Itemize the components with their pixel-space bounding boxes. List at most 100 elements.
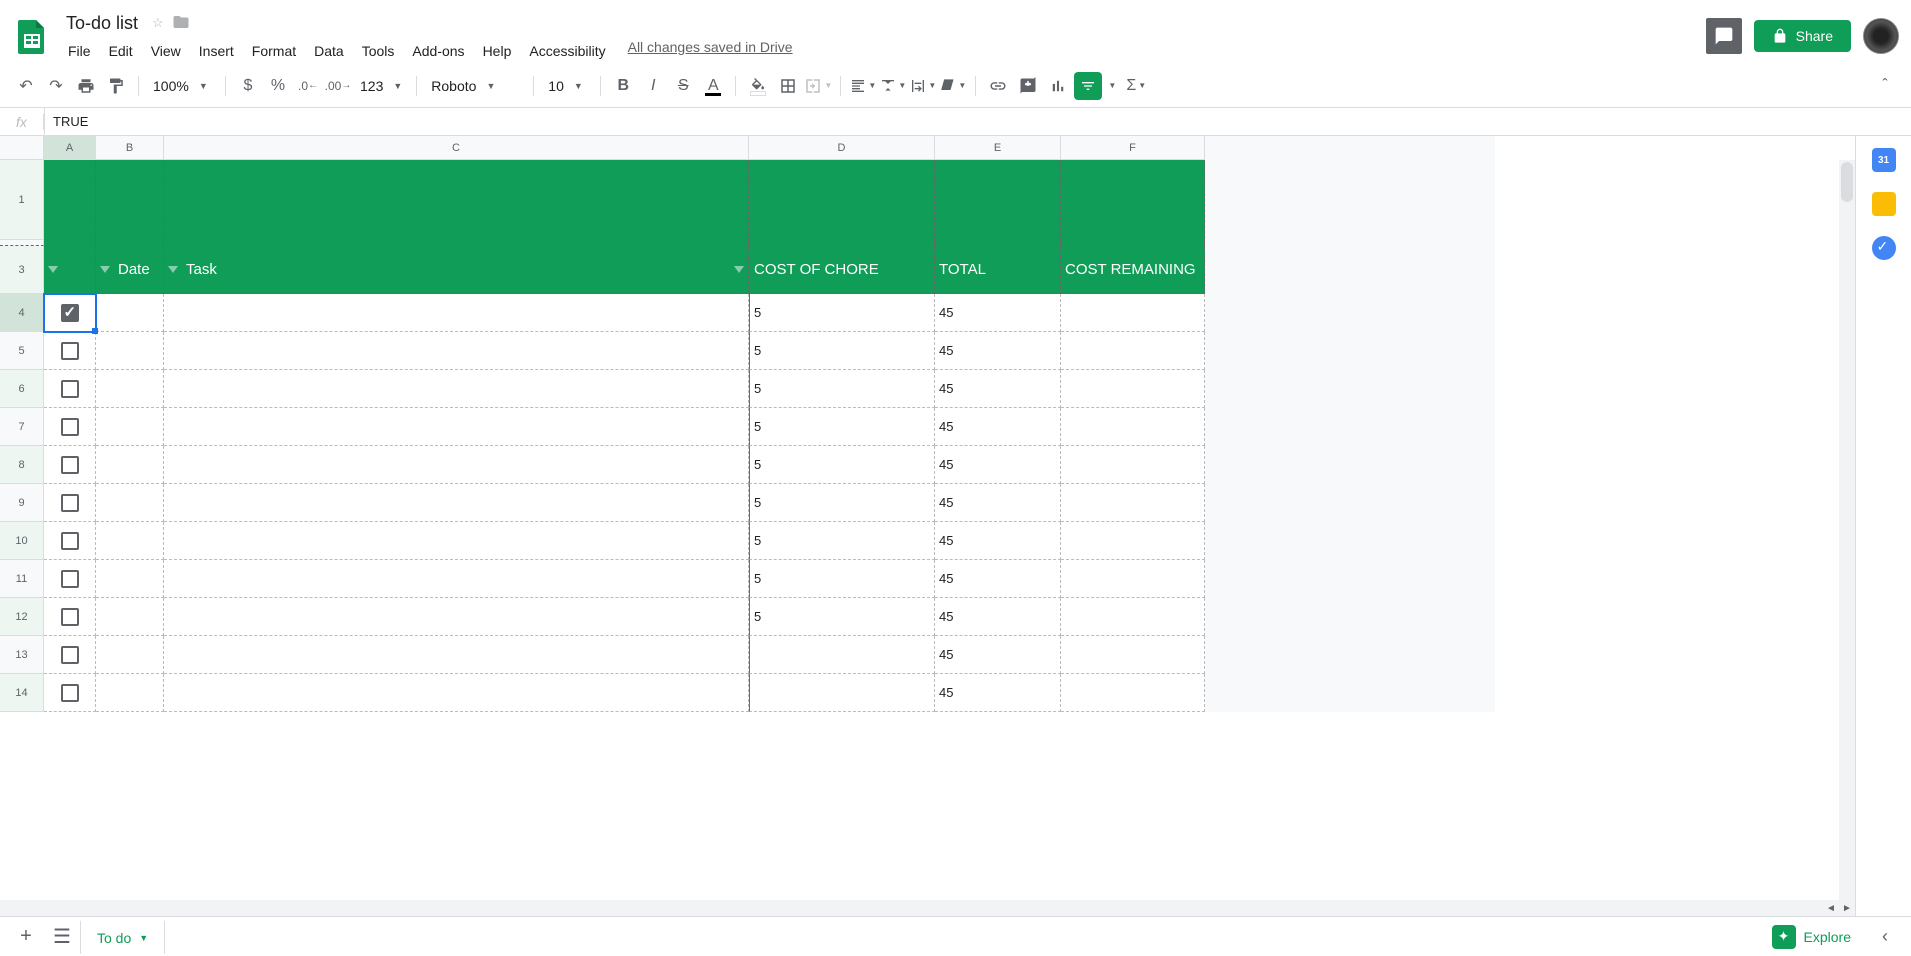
horizontal-scrollbar[interactable]: ◄ ► [0,900,1855,916]
checkbox[interactable] [61,684,79,702]
checkbox[interactable] [61,418,79,436]
percent-button[interactable]: % [264,72,292,100]
cell[interactable] [96,522,164,560]
cell[interactable] [164,674,749,712]
cell-checkbox[interactable] [44,370,96,408]
checkbox[interactable] [61,304,79,322]
keep-icon[interactable] [1872,192,1896,216]
header-total[interactable]: TOTAL [935,246,1061,294]
sheet-tab-todo[interactable]: To do ▼ [80,920,165,954]
header-cost[interactable]: COST OF CHORE [749,246,935,294]
header-date[interactable]: Date [96,246,164,294]
cell[interactable] [164,408,749,446]
more-formats-dropdown[interactable]: 123▼ [354,72,408,100]
cell[interactable] [749,160,935,240]
cell[interactable] [1061,674,1205,712]
font-size-dropdown[interactable]: 10▼ [542,72,592,100]
cell-cost[interactable]: 5 [749,484,935,522]
functions-button[interactable]: Σ▼ [1122,72,1150,100]
cell-total[interactable]: 45 [935,560,1061,598]
header-task[interactable]: Task [164,246,749,294]
cell-total[interactable]: 45 [935,636,1061,674]
row-header[interactable]: 8 [0,446,44,484]
cell[interactable] [164,332,749,370]
cell[interactable] [96,332,164,370]
row-header[interactable]: 10 [0,522,44,560]
cell-total[interactable]: 45 [935,332,1061,370]
filter-toggle[interactable] [44,246,96,294]
strikethrough-button[interactable]: S [669,72,697,100]
col-header[interactable]: B [96,136,164,160]
bold-button[interactable]: B [609,72,637,100]
cell[interactable] [164,560,749,598]
comment-button[interactable]: + [1014,72,1042,100]
cell[interactable] [96,484,164,522]
cell-cost[interactable] [749,636,935,674]
cell-cost[interactable]: 5 [749,332,935,370]
menu-edit[interactable]: Edit [101,39,141,63]
collapse-toolbar-button[interactable]: ˆ [1871,72,1899,100]
explore-button[interactable]: ✦ Explore [1756,925,1867,949]
header-remaining[interactable]: COST REMAINING [1061,246,1205,294]
checkbox[interactable] [61,342,79,360]
col-header-a[interactable]: A [44,136,96,160]
rotate-button[interactable]: ▼ [939,72,967,100]
row-header[interactable]: 13 [0,636,44,674]
cell-total[interactable]: 45 [935,408,1061,446]
vertical-scrollbar[interactable] [1839,160,1855,900]
row-header[interactable]: 11 [0,560,44,598]
sheets-logo-icon[interactable] [12,16,52,56]
col-header[interactable]: E [935,136,1061,160]
calendar-icon[interactable]: 31 [1872,148,1896,172]
chart-button[interactable] [1044,72,1072,100]
decrease-decimal-button[interactable]: .0← [294,72,322,100]
share-button[interactable]: Share [1754,20,1851,52]
col-header[interactable]: F [1061,136,1205,160]
cell[interactable] [164,636,749,674]
cell-total[interactable]: 45 [935,674,1061,712]
print-button[interactable] [72,72,100,100]
row-header[interactable]: 7 [0,408,44,446]
cell-total[interactable]: 45 [935,446,1061,484]
scroll-right-icon[interactable]: ► [1839,900,1855,916]
checkbox[interactable] [61,494,79,512]
cell[interactable] [1061,370,1205,408]
cell-checkbox[interactable] [44,522,96,560]
cell-cost[interactable]: 5 [749,598,935,636]
cell[interactable] [935,160,1061,240]
menu-insert[interactable]: Insert [191,39,242,63]
add-sheet-button[interactable]: + [8,919,44,955]
cell[interactable] [44,160,96,240]
menu-tools[interactable]: Tools [354,39,403,63]
col-header[interactable]: C [164,136,749,160]
halign-button[interactable]: ▼ [849,72,877,100]
cell[interactable] [1061,160,1205,240]
cell-checkbox[interactable] [44,294,96,332]
cell[interactable] [1061,598,1205,636]
cell-cost[interactable]: 5 [749,446,935,484]
valign-button[interactable]: ▼ [879,72,907,100]
menu-data[interactable]: Data [306,39,352,63]
all-sheets-button[interactable]: ☰ [44,919,80,955]
cell[interactable] [164,370,749,408]
menu-format[interactable]: Format [244,39,304,63]
tasks-icon[interactable] [1872,236,1896,260]
fx-icon[interactable]: fx [0,114,44,130]
cell[interactable] [96,446,164,484]
cell-cost[interactable]: 5 [749,522,935,560]
row-header[interactable]: 3 [0,246,44,294]
formula-input[interactable]: TRUE [45,114,1911,129]
checkbox[interactable] [61,456,79,474]
menu-help[interactable]: Help [475,39,520,63]
cell[interactable] [96,370,164,408]
cell[interactable] [164,484,749,522]
cell-total[interactable]: 45 [935,522,1061,560]
font-dropdown[interactable]: Roboto▼ [425,72,525,100]
cell[interactable] [1061,484,1205,522]
checkbox[interactable] [61,380,79,398]
redo-button[interactable]: ↷ [42,72,70,100]
menu-file[interactable]: File [60,39,99,63]
cell[interactable] [96,598,164,636]
cell-checkbox[interactable] [44,408,96,446]
cell-checkbox[interactable] [44,332,96,370]
